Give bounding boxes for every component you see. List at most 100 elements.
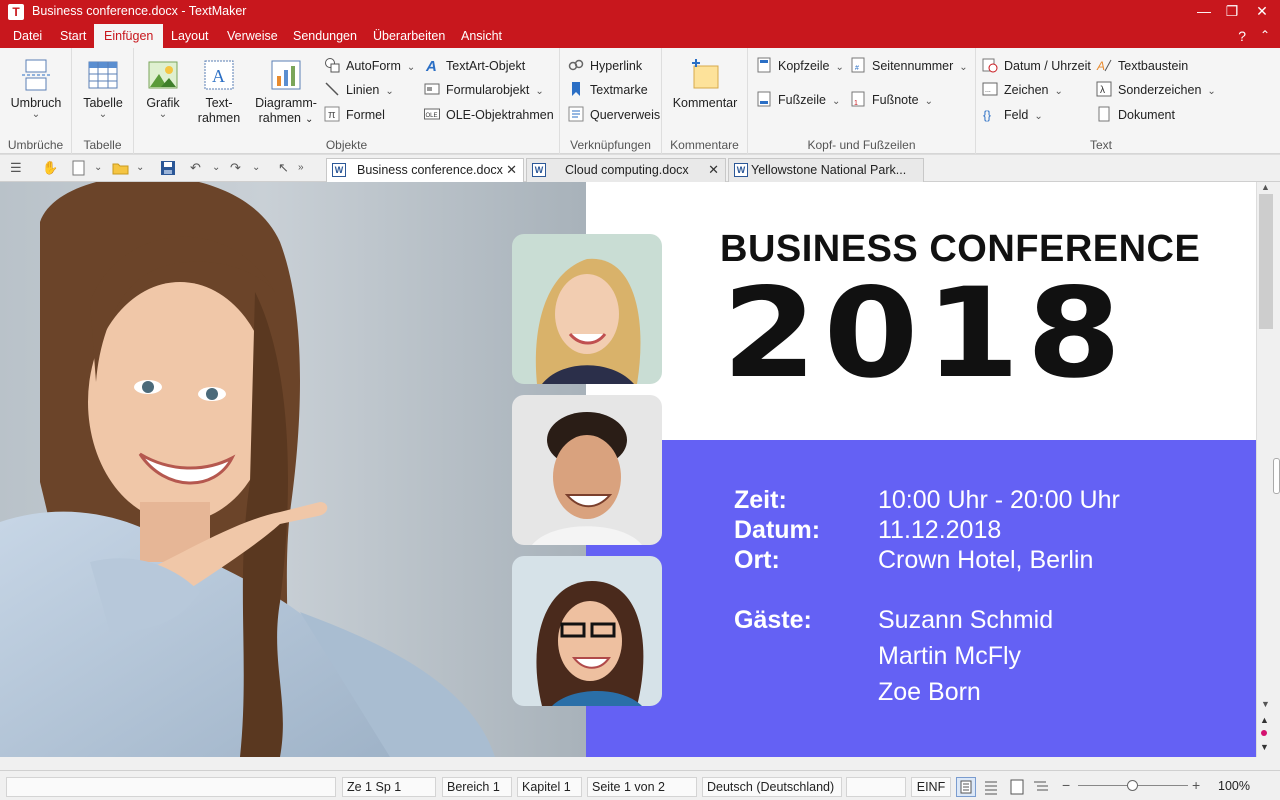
scrollbar-thumb[interactable]: [1259, 194, 1273, 329]
browse-object-icon[interactable]: [1261, 730, 1267, 736]
detail-label-zeit: Zeit:: [734, 486, 787, 514]
doctab-cloud-computing[interactable]: W Cloud computing.docx ✕: [526, 158, 726, 182]
group-text: Datum / Uhrzeit ... Zeichen ⌄ {} Feld ⌄ A Tex…: [976, 48, 1226, 154]
autoshape-icon: [324, 57, 340, 73]
hamburger-menu-icon[interactable]: ☰: [10, 160, 22, 176]
collapse-ribbon-icon[interactable]: ⌃: [1260, 24, 1270, 48]
textrahmen-label-2: rahmen: [197, 111, 241, 125]
zoom-slider-thumb[interactable]: [1127, 780, 1138, 791]
tab-verweise[interactable]: Verweise: [225, 24, 280, 48]
status-mode[interactable]: EINF: [911, 777, 951, 797]
feld-button[interactable]: {} Feld ⌄: [982, 105, 1043, 125]
doctab-yellowstone[interactable]: W Yellowstone National Park...: [728, 158, 924, 182]
close-icon[interactable]: ✕: [506, 159, 517, 181]
zeichen-button[interactable]: ... Zeichen ⌄: [982, 80, 1063, 100]
status-bereich[interactable]: Bereich 1: [442, 777, 512, 797]
group-label-verknuepfungen: Verknüpfungen: [570, 138, 651, 152]
sonderzeichen-button[interactable]: λ Sonderzeichen ⌄: [1096, 80, 1216, 100]
autoform-button[interactable]: AutoForm ⌄: [324, 56, 415, 76]
kopfzeile-button[interactable]: Kopfzeile ⌄: [756, 56, 844, 76]
vertical-scrollbar[interactable]: ▲ ▼ ▲ ▼: [1256, 182, 1280, 757]
touch-mode-icon[interactable]: ✋: [42, 160, 58, 176]
fussnote-button[interactable]: 1 Fußnote ⌄: [850, 90, 933, 110]
bookmark-icon: [568, 81, 584, 97]
ole-objektrahmen-button[interactable]: OLE OLE-Objektrahmen: [424, 105, 554, 125]
svg-text:λ: λ: [1100, 85, 1105, 96]
formularobjekt-button[interactable]: Formularobjekt ⌄: [424, 80, 544, 100]
view-outline-icon[interactable]: [1032, 779, 1050, 798]
save-icon[interactable]: [160, 160, 176, 176]
group-label-tabelle: Tabelle: [83, 138, 122, 152]
tab-datei[interactable]: Datei: [11, 24, 44, 48]
ole-label: OLE-Objektrahmen: [446, 108, 554, 122]
tab-layout[interactable]: Layout: [169, 24, 211, 48]
grafik-button[interactable]: Grafik ⌄: [140, 54, 186, 120]
status-kapitel[interactable]: Kapitel 1: [517, 777, 582, 797]
linien-button[interactable]: Linien ⌄: [324, 80, 394, 100]
undo-icon[interactable]: ↶: [190, 160, 201, 176]
tab-einfuegen[interactable]: Einfügen: [94, 24, 164, 48]
svg-text:...: ...: [985, 87, 991, 94]
footnote-icon: 1: [850, 91, 866, 107]
chevron-down-icon[interactable]: ⌄: [94, 160, 102, 176]
textart-label: TextArt-Objekt: [446, 59, 526, 73]
tab-ansicht[interactable]: Ansicht: [459, 24, 504, 48]
close-icon[interactable]: ✕: [708, 159, 719, 181]
open-folder-icon[interactable]: [112, 160, 130, 176]
chevron-down-icon[interactable]: ⌄: [212, 160, 220, 176]
previous-page-icon[interactable]: ▲: [1260, 715, 1269, 725]
umbruch-button[interactable]: Umbruch ⌄: [8, 54, 64, 120]
view-normal-icon[interactable]: [956, 777, 976, 797]
status-seite[interactable]: Seite 1 von 2: [587, 777, 697, 797]
feld-label: Feld: [1004, 108, 1029, 122]
querverweis-button[interactable]: Querverweis: [568, 105, 660, 125]
close-icon[interactable]: ✕: [1244, 0, 1280, 24]
line-icon: [324, 81, 340, 97]
select-pointer-icon[interactable]: ↖: [278, 160, 289, 176]
tab-start[interactable]: Start: [58, 24, 88, 48]
chevron-down-icon[interactable]: ⌄: [252, 160, 260, 176]
zoom-in-icon[interactable]: +: [1192, 777, 1200, 793]
tab-sendungen[interactable]: Sendungen: [291, 24, 359, 48]
new-document-icon[interactable]: [72, 160, 86, 176]
scroll-up-icon[interactable]: ▲: [1261, 182, 1270, 192]
fusszeile-button[interactable]: Fußzeile ⌄: [756, 90, 840, 110]
dokument-button[interactable]: Dokument: [1096, 105, 1175, 125]
detail-value-zeit: 10:00 Uhr - 20:00 Uhr: [878, 486, 1120, 514]
next-page-icon[interactable]: ▼: [1260, 742, 1269, 752]
doctab-business-conference[interactable]: W Business conference.docx ✕: [326, 158, 524, 182]
formel-button[interactable]: π Formel: [324, 105, 385, 125]
status-sprache[interactable]: Deutsch (Deutschland): [702, 777, 842, 797]
kommentar-button[interactable]: Kommentar: [670, 54, 740, 110]
scroll-down-icon[interactable]: ▼: [1261, 699, 1270, 709]
view-page-icon[interactable]: [1008, 779, 1026, 798]
zoom-out-icon[interactable]: −: [1062, 777, 1070, 793]
zoom-level[interactable]: 100%: [1218, 779, 1250, 793]
chevron-down-icon: ⌄: [98, 109, 108, 120]
chevron-down-icon: ⌄: [31, 109, 41, 120]
redo-icon[interactable]: ↷: [230, 160, 241, 176]
group-label-umbrueche: Umbrüche: [7, 138, 64, 152]
document-canvas[interactable]: BUSINESS CONFERENCE 2018 Zeit: 10:00 Uhr…: [0, 182, 1256, 757]
more-tools-icon[interactable]: »: [298, 160, 304, 176]
svg-text:A: A: [425, 58, 437, 73]
textrahmen-button[interactable]: A Text- rahmen: [194, 54, 244, 126]
tabelle-button[interactable]: Tabelle ⌄: [78, 54, 128, 120]
seitennummer-button[interactable]: # Seitennummer ⌄: [850, 56, 968, 76]
guest-name: Suzann Schmid: [878, 606, 1054, 634]
hyperlink-button[interactable]: Hyperlink: [568, 56, 642, 76]
chevron-down-icon[interactable]: ⌄: [136, 160, 144, 176]
diagrammrahmen-button[interactable]: Diagramm- rahmen ⌄: [252, 54, 320, 127]
help-button[interactable]: ?: [1238, 24, 1246, 48]
tab-ueberarbeiten[interactable]: Überarbeiten: [371, 24, 447, 48]
datum-uhrzeit-button[interactable]: Datum / Uhrzeit: [982, 56, 1091, 76]
textmarke-button[interactable]: Textmarke: [568, 80, 648, 100]
menu-bar: Datei Start Einfügen Layout Verweise Sen…: [0, 24, 1280, 48]
view-continuous-icon[interactable]: [982, 779, 1000, 798]
splitter-handle-icon[interactable]: [1273, 458, 1280, 494]
hyperlink-icon: [568, 57, 584, 73]
status-position[interactable]: Ze 1 Sp 1: [342, 777, 436, 797]
textart-button[interactable]: A TextArt-Objekt: [424, 56, 525, 76]
textmaker-app-icon[interactable]: T: [8, 4, 24, 20]
textbaustein-button[interactable]: A Textbaustein: [1096, 56, 1188, 76]
